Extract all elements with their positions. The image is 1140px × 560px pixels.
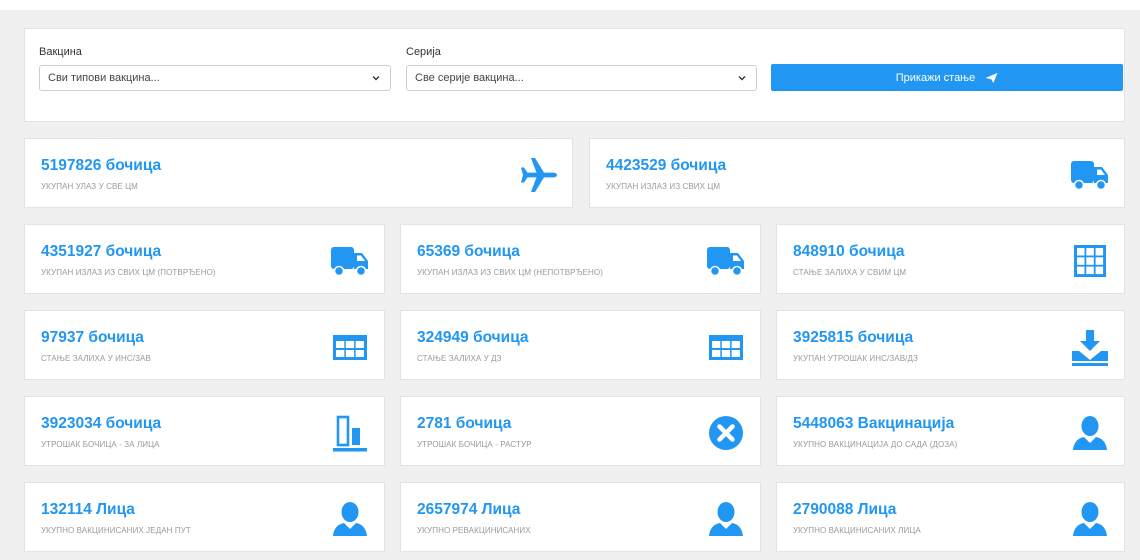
stat-card-total-input: 5197826 бочица УКУПАН УЛАЗ У СВЕ ЦМ bbox=[24, 138, 573, 208]
stat-value: 2657974 Лица bbox=[417, 501, 521, 518]
truck-icon bbox=[1070, 155, 1110, 195]
vaccine-select-value: Сви типови вакцина... bbox=[48, 72, 160, 84]
stat-value: 324949 бочица bbox=[417, 329, 529, 346]
vaccine-select[interactable]: Сви типови вакцина... bbox=[39, 65, 391, 91]
stat-card-total-vaccinated-persons: 2790088 Лица УКУПНО ВАКЦИНИСАНИХ ЛИЦА bbox=[776, 482, 1125, 552]
stat-value: 2790088 Лица bbox=[793, 501, 897, 518]
stat-value: 5197826 бочица bbox=[41, 157, 162, 174]
stat-card-stock-all: 848910 бочица СТАЊЕ ЗАЛИХА У СВИМ ЦМ bbox=[776, 224, 1125, 294]
stat-label: УТРОШАК БОЧИЦА - ЗА ЛИЦА bbox=[41, 440, 160, 449]
user-icon bbox=[706, 499, 746, 539]
series-label: Серија bbox=[406, 46, 441, 58]
stat-value: 848910 бочица bbox=[793, 243, 905, 260]
series-select-value: Све серије вакцина... bbox=[415, 72, 524, 84]
filter-panel: Вакцина Сви типови вакцина... Серија Све… bbox=[24, 28, 1125, 122]
stat-label: УКУПНО ВАКЦИНИСАНИХ ЈЕДАН ПУТ bbox=[41, 526, 191, 535]
stat-label: УКУПНО РЕВАКЦИНИСАНИХ bbox=[417, 526, 531, 535]
stat-value: 2781 бочица bbox=[417, 415, 512, 432]
chevron-down-icon bbox=[372, 76, 380, 81]
stat-card-total-output: 4423529 бочица УКУПАН ИЗЛАЗ ИЗ СВИХ ЦМ bbox=[589, 138, 1125, 208]
user-icon bbox=[330, 499, 370, 539]
stat-card-total-vaccinations: 5448063 Вакцинација УКУПНО ВАКЦИНАЦИЈА Д… bbox=[776, 396, 1125, 466]
stat-value: 132114 Лица bbox=[41, 501, 135, 518]
table-icon bbox=[706, 327, 746, 367]
stat-card-stock-dz: 324949 бочица СТАЊЕ ЗАЛИХА У ДЗ bbox=[400, 310, 761, 380]
stat-card-revaccinated: 2657974 Лица УКУПНО РЕВАКЦИНИСАНИХ bbox=[400, 482, 761, 552]
stat-card-vaccinated-once: 132114 Лица УКУПНО ВАКЦИНИСАНИХ ЈЕДАН ПУ… bbox=[24, 482, 385, 552]
stat-label: УКУПАН ИЗЛАЗ ИЗ СВИХ ЦМ (НЕПОТВРЂЕНО) bbox=[417, 268, 604, 277]
bar-chart-icon bbox=[330, 413, 370, 453]
stat-label: УКУПАН УЛАЗ У СВЕ ЦМ bbox=[41, 182, 138, 191]
user-icon bbox=[1070, 413, 1110, 453]
truck-icon bbox=[330, 241, 370, 281]
show-status-button-label: Прикажи стање bbox=[895, 71, 976, 84]
stat-label: СТАЊЕ ЗАЛИХА У ДЗ bbox=[417, 354, 502, 363]
table-icon bbox=[330, 327, 370, 367]
stat-card-total-usage: 3925815 бочица УКУПАН УТРОШАК ИНС/ЗАВ/ДЗ bbox=[776, 310, 1125, 380]
send-icon bbox=[985, 72, 998, 83]
stat-card-stock-ins: 97937 бочица СТАЊЕ ЗАЛИХА У ИНС/ЗАВ bbox=[24, 310, 385, 380]
stat-label: УКУПНО ВАКЦИНИСАНИХ ЛИЦА bbox=[793, 526, 921, 535]
grid-icon bbox=[1070, 241, 1110, 281]
show-status-button[interactable]: Прикажи стање bbox=[771, 64, 1123, 91]
stat-label: УТРОШАК БОЧИЦА - РАСТУР bbox=[417, 440, 532, 449]
stat-label: УКУПАН ИЗЛАЗ ИЗ СВИХ ЦМ bbox=[606, 182, 721, 191]
chevron-down-icon bbox=[738, 76, 746, 81]
stat-value: 4351927 бочица bbox=[41, 243, 162, 260]
stat-value: 4423529 бочица bbox=[606, 157, 727, 174]
stat-value: 3923034 бочица bbox=[41, 415, 162, 432]
stat-card-output-unconfirmed: 65369 бочица УКУПАН ИЗЛАЗ ИЗ СВИХ ЦМ (НЕ… bbox=[400, 224, 761, 294]
stat-label: УКУПНО ВАКЦИНАЦИЈА ДО САДА (ДОЗА) bbox=[793, 440, 958, 449]
stat-value: 97937 бочица bbox=[41, 329, 144, 346]
top-strip bbox=[0, 0, 1140, 10]
stat-label: СТАЊЕ ЗАЛИХА У ИНС/ЗАВ bbox=[41, 354, 151, 363]
stat-value: 3925815 бочица bbox=[793, 329, 914, 346]
stat-card-usage-persons: 3923034 бочица УТРОШАК БОЧИЦА - ЗА ЛИЦА bbox=[24, 396, 385, 466]
stat-label: УКУПАН УТРОШАК ИНС/ЗАВ/ДЗ bbox=[793, 354, 918, 363]
stat-value: 65369 бочица bbox=[417, 243, 520, 260]
x-circle-icon bbox=[706, 413, 746, 453]
stat-value: 5448063 Вакцинација bbox=[793, 415, 955, 432]
stat-card-output-confirmed: 4351927 бочица УКУПАН ИЗЛАЗ ИЗ СВИХ ЦМ (… bbox=[24, 224, 385, 294]
user-icon bbox=[1070, 499, 1110, 539]
series-select[interactable]: Све серије вакцина... bbox=[406, 65, 757, 91]
stat-label: СТАЊЕ ЗАЛИХА У СВИМ ЦМ bbox=[793, 268, 907, 277]
truck-icon bbox=[706, 241, 746, 281]
download-tray-icon bbox=[1070, 327, 1110, 367]
airplane-icon bbox=[518, 155, 558, 195]
stat-label: УКУПАН ИЗЛАЗ ИЗ СВИХ ЦМ (ПОТВРЂЕНО) bbox=[41, 268, 216, 277]
stat-card-usage-waste: 2781 бочица УТРОШАК БОЧИЦА - РАСТУР bbox=[400, 396, 761, 466]
vaccine-label: Вакцина bbox=[39, 46, 82, 58]
